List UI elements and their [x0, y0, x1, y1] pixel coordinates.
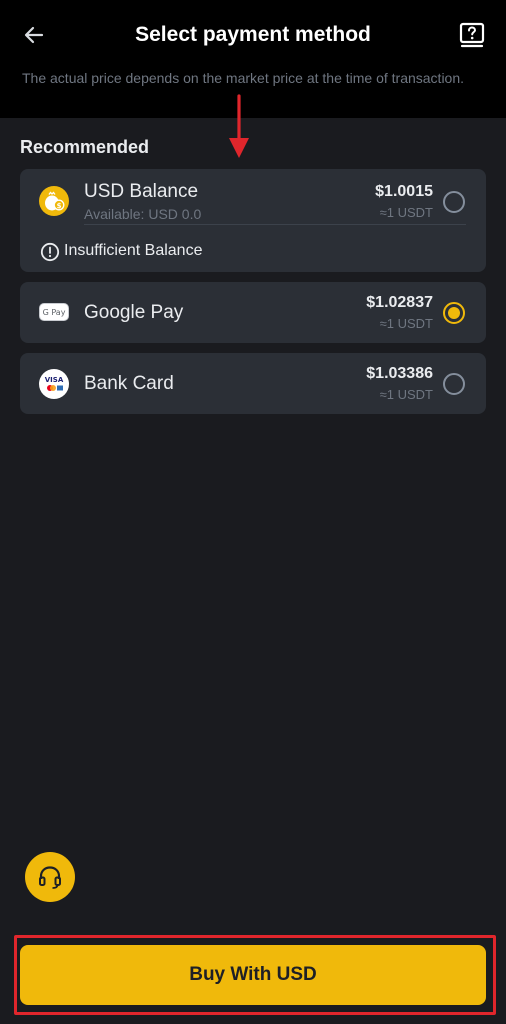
headset-icon — [39, 866, 61, 889]
help-question-icon — [459, 22, 485, 48]
help-button[interactable] — [455, 18, 489, 52]
payment-method-bank-card[interactable]: VISA Bank Card $1.03386 ≈1 USDT — [20, 353, 486, 414]
buy-with-usd-button[interactable]: Buy With USD — [20, 945, 486, 1005]
svg-text:$: $ — [57, 202, 62, 210]
payment-method-google-pay[interactable]: G Pay Google Pay $1.02837 ≈1 USDT — [20, 282, 486, 343]
radio-usd-balance[interactable] — [443, 191, 465, 213]
method-price: $1.03386 — [366, 365, 433, 382]
insufficient-balance-text: Insufficient Balance — [64, 242, 203, 259]
customer-support-button[interactable] — [25, 852, 75, 902]
annotation-arrow-icon — [229, 94, 249, 158]
google-pay-icon-text: G Pay — [42, 307, 66, 317]
method-name: USD Balance — [84, 181, 199, 202]
method-name: Bank Card — [84, 373, 174, 394]
method-available: Available: USD 0.0 — [84, 206, 202, 222]
method-name: Google Pay — [84, 302, 184, 323]
price-notice: The actual price depends on the market p… — [22, 70, 465, 86]
divider — [84, 224, 466, 225]
google-pay-icon: G Pay — [39, 303, 69, 321]
method-price: $1.0015 — [375, 183, 433, 200]
section-title-recommended: Recommended — [20, 137, 150, 157]
method-approx: ≈1 USDT — [379, 205, 433, 220]
bank-card-icon-text: VISA — [45, 376, 64, 384]
method-approx: ≈1 USDT — [379, 387, 433, 402]
radio-google-pay[interactable] — [443, 302, 465, 324]
warning-icon — [40, 242, 60, 262]
bank-card-icon: VISA — [39, 369, 69, 399]
method-approx: ≈1 USDT — [379, 316, 433, 331]
header: Select payment method The actual price d… — [0, 0, 506, 118]
money-bag-icon: $ — [39, 186, 69, 216]
method-price: $1.02837 — [366, 294, 433, 311]
radio-bank-card[interactable] — [443, 373, 465, 395]
page-title: Select payment method — [135, 23, 371, 46]
payment-method-usd-balance[interactable]: $ USD Balance Available: USD 0.0 $1.0015… — [20, 169, 486, 272]
